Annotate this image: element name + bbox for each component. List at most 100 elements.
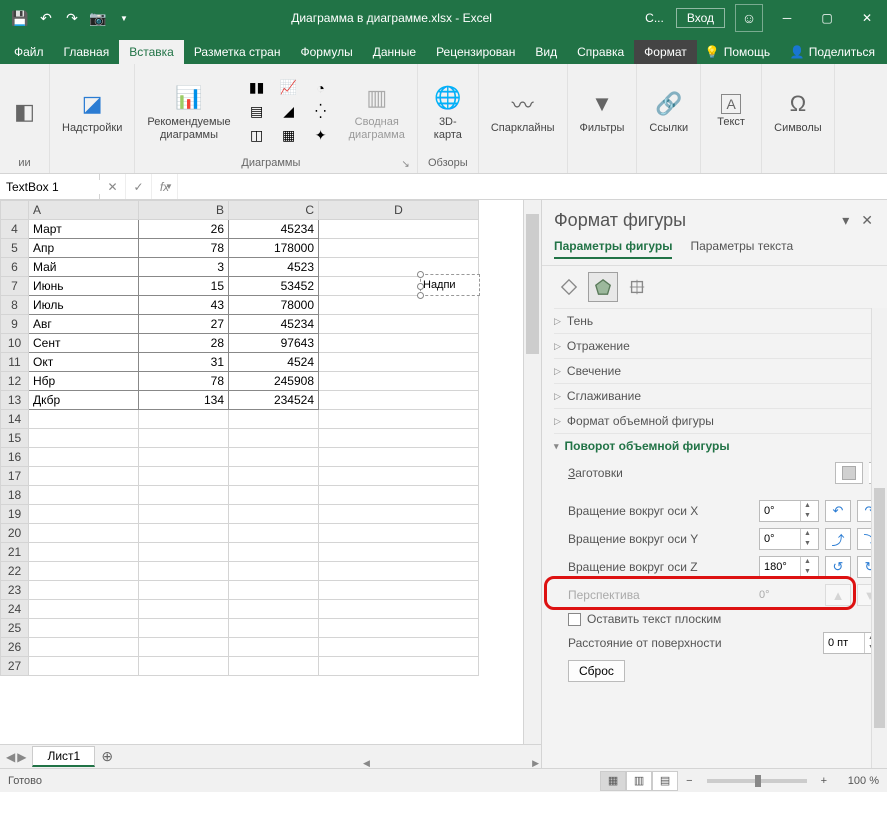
cell[interactable] bbox=[319, 315, 479, 334]
cell[interactable]: 53452 bbox=[229, 277, 319, 296]
cell[interactable]: 78 bbox=[139, 239, 229, 258]
spin-up-icon[interactable]: ▲ bbox=[801, 529, 814, 539]
row-header[interactable]: 5 bbox=[1, 239, 29, 258]
row-header[interactable]: 23 bbox=[1, 581, 29, 600]
cell[interactable] bbox=[29, 429, 139, 448]
shape-handle[interactable] bbox=[417, 271, 424, 278]
cell[interactable] bbox=[139, 467, 229, 486]
presets-well[interactable] bbox=[835, 462, 863, 484]
cell[interactable] bbox=[29, 581, 139, 600]
row-header[interactable]: 15 bbox=[1, 429, 29, 448]
section-shadow[interactable]: ▷Тень bbox=[554, 314, 883, 328]
addins-button[interactable]: ◪Надстройки bbox=[56, 84, 128, 138]
accept-formula-icon[interactable]: ✓ bbox=[126, 174, 152, 199]
share-button[interactable]: 👤Поделиться bbox=[782, 40, 883, 64]
cell[interactable] bbox=[139, 429, 229, 448]
chart-pie-icon[interactable]: ◔ bbox=[307, 77, 335, 99]
rotate-z-ccw-icon[interactable]: ↺ bbox=[825, 556, 851, 578]
cell[interactable] bbox=[319, 486, 479, 505]
cell[interactable] bbox=[139, 581, 229, 600]
cell[interactable] bbox=[229, 562, 319, 581]
cell[interactable] bbox=[319, 600, 479, 619]
undo-icon[interactable]: ↶ bbox=[34, 6, 58, 30]
pane-options-icon[interactable]: ▾ bbox=[840, 210, 851, 231]
cell[interactable]: 245908 bbox=[229, 372, 319, 391]
cell[interactable]: 78000 bbox=[229, 296, 319, 315]
cell[interactable] bbox=[139, 505, 229, 524]
tab-formulas[interactable]: Формулы bbox=[290, 40, 362, 64]
col-header-d[interactable]: D bbox=[319, 201, 479, 220]
cell[interactable] bbox=[29, 600, 139, 619]
cell[interactable] bbox=[319, 429, 479, 448]
account-icon[interactable]: ☺ bbox=[735, 4, 763, 32]
cell[interactable] bbox=[319, 505, 479, 524]
view-normal-icon[interactable]: ▦ bbox=[600, 771, 626, 791]
chart-scatter-icon[interactable]: ⁛ bbox=[307, 101, 335, 123]
cell[interactable] bbox=[319, 334, 479, 353]
textbox-shape[interactable]: Надпи bbox=[420, 274, 480, 296]
zoom-level[interactable]: 100 % bbox=[835, 775, 879, 787]
cell[interactable] bbox=[229, 600, 319, 619]
cell[interactable]: Нбр bbox=[29, 372, 139, 391]
cancel-formula-icon[interactable]: ✕ bbox=[100, 174, 126, 199]
row-header[interactable]: 21 bbox=[1, 543, 29, 562]
cell[interactable] bbox=[229, 486, 319, 505]
row-header[interactable]: 4 bbox=[1, 220, 29, 239]
size-properties-icon[interactable] bbox=[622, 272, 652, 302]
rotate-y-up-icon[interactable]: ⤴ bbox=[825, 528, 851, 550]
col-header-c[interactable]: C bbox=[229, 201, 319, 220]
cell[interactable] bbox=[319, 619, 479, 638]
cell[interactable]: 4523 bbox=[229, 258, 319, 277]
restore-button[interactable]: ▢ bbox=[807, 0, 847, 36]
col-header-b[interactable]: B bbox=[139, 201, 229, 220]
tab-insert[interactable]: Вставка bbox=[119, 40, 184, 64]
section-reflection[interactable]: ▷Отражение bbox=[554, 339, 883, 353]
cell[interactable] bbox=[229, 410, 319, 429]
cell[interactable]: Авг bbox=[29, 315, 139, 334]
tab-format[interactable]: Формат bbox=[634, 40, 697, 64]
subtab-shape-options[interactable]: Параметры фигуры bbox=[554, 235, 672, 259]
cell[interactable] bbox=[29, 543, 139, 562]
cell[interactable] bbox=[29, 467, 139, 486]
cell[interactable] bbox=[319, 239, 479, 258]
3d-map-button[interactable]: 🌐3D- карта bbox=[424, 78, 472, 144]
addins-trunc-button[interactable]: ◧ bbox=[1, 92, 49, 132]
tab-view[interactable]: Вид bbox=[525, 40, 567, 64]
cell[interactable] bbox=[229, 543, 319, 562]
row-header[interactable]: 17 bbox=[1, 467, 29, 486]
shape-handle[interactable] bbox=[417, 292, 424, 299]
rotation-y-input[interactable]: ▲▼ bbox=[759, 528, 819, 550]
cell[interactable] bbox=[139, 410, 229, 429]
cell[interactable]: 178000 bbox=[229, 239, 319, 258]
cell[interactable] bbox=[139, 638, 229, 657]
cell[interactable]: 3 bbox=[139, 258, 229, 277]
row-header[interactable]: 27 bbox=[1, 657, 29, 676]
section-3dformat[interactable]: ▷Формат объемной фигуры bbox=[554, 414, 883, 428]
reset-button[interactable]: Сброс bbox=[568, 660, 625, 682]
sparklines-button[interactable]: 〰Спарклайны bbox=[485, 84, 561, 138]
name-box[interactable]: ▼ bbox=[0, 174, 100, 199]
cell[interactable] bbox=[139, 600, 229, 619]
cell[interactable]: Сент bbox=[29, 334, 139, 353]
chart-stock-icon[interactable]: ◫ bbox=[243, 125, 271, 147]
row-header[interactable]: 24 bbox=[1, 600, 29, 619]
cell[interactable] bbox=[319, 448, 479, 467]
cell[interactable]: Март bbox=[29, 220, 139, 239]
row-header[interactable]: 22 bbox=[1, 562, 29, 581]
recommended-charts-button[interactable]: 📊Рекомендуемые диаграммы bbox=[141, 78, 236, 144]
cell[interactable]: Июнь bbox=[29, 277, 139, 296]
col-header-a[interactable]: A bbox=[29, 201, 139, 220]
cell[interactable] bbox=[29, 486, 139, 505]
spin-up-icon[interactable]: ▲ bbox=[801, 501, 814, 511]
rotate-x-left-icon[interactable]: ↶ bbox=[825, 500, 851, 522]
cell[interactable] bbox=[319, 581, 479, 600]
tab-help[interactable]: Справка bbox=[567, 40, 634, 64]
cell[interactable]: 43 bbox=[139, 296, 229, 315]
qat-customize-icon[interactable]: ▼ bbox=[112, 6, 136, 30]
spreadsheet-grid[interactable]: A B C D 4Март26452345Апр781780006Май3452… bbox=[0, 200, 479, 676]
effects-icon[interactable] bbox=[588, 272, 618, 302]
subtab-text-options[interactable]: Параметры текста bbox=[690, 235, 793, 259]
row-header[interactable]: 25 bbox=[1, 619, 29, 638]
cell[interactable] bbox=[29, 619, 139, 638]
shape-handle[interactable] bbox=[417, 283, 424, 290]
